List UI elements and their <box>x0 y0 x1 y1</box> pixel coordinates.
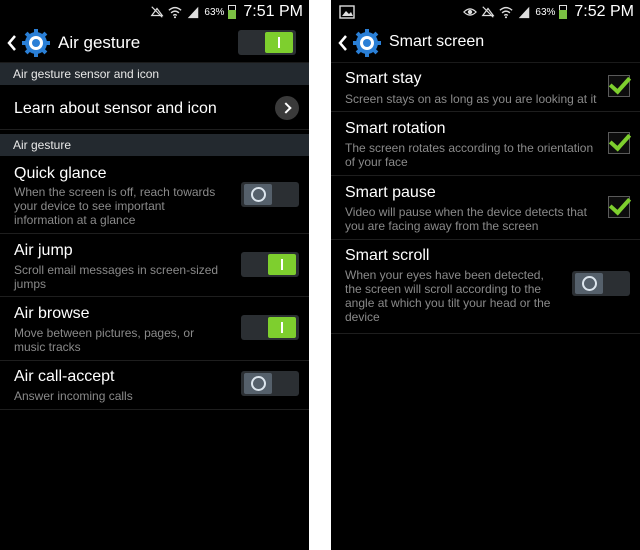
list-item-air-browse[interactable]: Air browse Move between pictures, pages,… <box>0 297 309 361</box>
section-header-air-gesture: Air gesture <box>0 134 309 156</box>
clock: 7:52 PM <box>574 3 634 20</box>
battery-icon <box>228 5 237 19</box>
battery-percent: 63% <box>204 6 225 18</box>
learn-about-sensor-label: Learn about sensor and icon <box>14 100 217 117</box>
item-subtitle: When the screen is off, reach towards yo… <box>14 185 216 227</box>
wifi-icon <box>499 6 513 19</box>
chevron-right-icon[interactable] <box>275 96 299 120</box>
action-bar: Air gesture <box>0 24 309 63</box>
item-subtitle: Screen stays on as long as you are looki… <box>345 92 597 106</box>
back-icon[interactable] <box>6 33 18 53</box>
signal-icon <box>188 6 199 19</box>
item-title: Quick glance <box>14 165 107 182</box>
learn-about-sensor-row[interactable]: Learn about sensor and icon <box>0 85 309 130</box>
smart-pause-checkbox[interactable] <box>608 196 630 218</box>
item-title: Smart stay <box>345 70 422 87</box>
list-item-air-call-accept[interactable]: Air call-accept Answer incoming calls <box>0 361 309 410</box>
smart-scroll-toggle[interactable] <box>572 271 630 296</box>
toggle-knob <box>265 32 293 53</box>
item-title: Smart rotation <box>345 120 446 137</box>
quick-glance-toggle[interactable] <box>241 182 299 207</box>
back-icon[interactable] <box>337 33 349 53</box>
battery-percent: 63% <box>535 6 556 18</box>
list-item-smart-scroll[interactable]: Smart scroll When your eyes have been de… <box>331 240 640 334</box>
status-bar: 63% 7:51 PM <box>0 0 309 24</box>
notifications-muted-icon <box>481 6 495 18</box>
smart-stay-checkbox[interactable] <box>608 75 630 97</box>
wifi-icon <box>168 6 182 19</box>
status-bar: 63% 7:52 PM <box>331 0 640 24</box>
list-item-air-jump[interactable]: Air jump Scroll email messages in screen… <box>0 234 309 297</box>
clock: 7:51 PM <box>243 3 303 20</box>
item-title: Air browse <box>14 305 90 322</box>
gear-icon <box>22 29 50 57</box>
item-title: Air call-accept <box>14 368 115 385</box>
gallery-notification-icon <box>339 5 355 19</box>
list-item-quick-glance[interactable]: Quick glance When the screen is off, rea… <box>0 160 309 234</box>
item-title: Smart pause <box>345 184 436 201</box>
smart-rotation-checkbox[interactable] <box>608 132 630 154</box>
item-subtitle: When your eyes have been detected, the s… <box>345 268 551 324</box>
signal-icon <box>519 6 530 19</box>
list-item-smart-pause[interactable]: Smart pause Video will pause when the de… <box>331 176 640 240</box>
air-gesture-master-toggle[interactable] <box>238 30 296 55</box>
section-header-sensor: Air gesture sensor and icon <box>0 63 309 85</box>
smart-stay-eye-icon <box>463 8 478 16</box>
item-subtitle: Scroll email messages in screen-sized ju… <box>14 263 219 291</box>
air-jump-toggle[interactable] <box>241 252 299 277</box>
battery-icon <box>559 5 568 19</box>
item-subtitle: Answer incoming calls <box>14 389 133 403</box>
item-subtitle: Move between pictures, pages, or music t… <box>14 326 195 354</box>
gear-icon <box>353 29 381 57</box>
item-subtitle: Video will pause when the device detects… <box>345 205 587 233</box>
notifications-muted-icon <box>150 6 164 18</box>
smart-screen-screen: 63% 7:52 PM Smart screen Smart stay Scre <box>331 0 640 550</box>
list-item-smart-rotation[interactable]: Smart rotation The screen rotates accord… <box>331 112 640 176</box>
air-call-accept-toggle[interactable] <box>241 371 299 396</box>
action-bar: Smart screen <box>331 24 640 63</box>
item-title: Smart scroll <box>345 247 430 264</box>
list-item-smart-stay[interactable]: Smart stay Screen stays on as long as yo… <box>331 63 640 112</box>
air-gesture-screen: 63% 7:51 PM Air gesture Air gesture sens… <box>0 0 309 550</box>
air-browse-toggle[interactable] <box>241 315 299 340</box>
page-title: Smart screen <box>389 33 485 50</box>
page-title: Air gesture <box>58 33 141 52</box>
item-title: Air jump <box>14 242 73 259</box>
item-subtitle: The screen rotates according to the orie… <box>345 141 594 169</box>
